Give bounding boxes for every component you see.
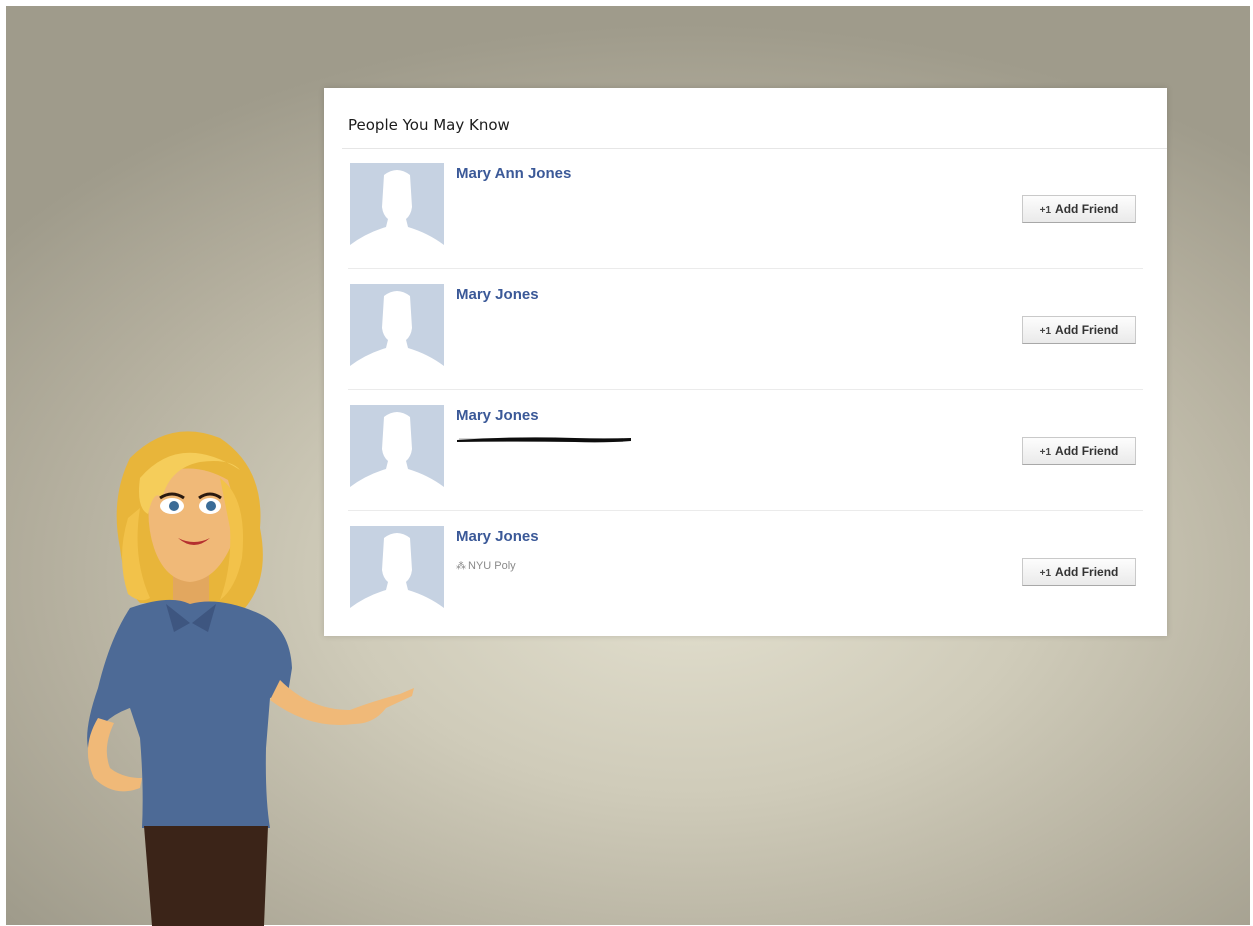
default-silhouette-icon bbox=[350, 291, 444, 380]
suggestion-row: Mary Jones ⁂ NYU Poly +1 Add Friend bbox=[348, 526, 1143, 644]
default-silhouette-icon bbox=[350, 170, 444, 259]
plus-person-icon: +1 bbox=[1039, 326, 1052, 337]
suggestion-row: Mary Jones +1 Add Friend bbox=[348, 284, 1143, 402]
add-friend-button[interactable]: +1 Add Friend bbox=[1022, 316, 1136, 344]
person-name[interactable]: Mary Jones bbox=[456, 286, 539, 303]
add-friend-button[interactable]: +1 Add Friend bbox=[1022, 437, 1136, 465]
suggestion-row: Mary Jones +1 Add Friend bbox=[348, 405, 1143, 523]
network-icon: ⁂ bbox=[456, 561, 466, 572]
network-info: ⁂ NYU Poly bbox=[456, 560, 516, 572]
person-name[interactable]: Mary Ann Jones bbox=[456, 165, 571, 182]
person-name[interactable]: Mary Jones bbox=[456, 407, 539, 424]
add-friend-button[interactable]: +1 Add Friend bbox=[1022, 195, 1136, 223]
suggestion-row: Mary Ann Jones +1 Add Friend bbox=[348, 163, 1143, 281]
add-friend-label: Add Friend bbox=[1055, 444, 1119, 458]
person-name[interactable]: Mary Jones bbox=[456, 528, 539, 545]
row-divider bbox=[348, 510, 1143, 511]
profile-picture[interactable] bbox=[350, 163, 444, 259]
plus-person-icon: +1 bbox=[1039, 447, 1052, 458]
redaction-mark bbox=[457, 437, 631, 443]
profile-picture[interactable] bbox=[350, 284, 444, 380]
add-friend-label: Add Friend bbox=[1055, 565, 1119, 579]
presenter-illustration bbox=[87, 431, 414, 926]
plus-person-icon: +1 bbox=[1039, 205, 1052, 216]
plus-person-icon: +1 bbox=[1039, 568, 1052, 579]
add-friend-label: Add Friend bbox=[1055, 323, 1119, 337]
add-friend-button[interactable]: +1 Add Friend bbox=[1022, 558, 1136, 586]
add-friend-label: Add Friend bbox=[1055, 202, 1119, 216]
people-you-may-know-panel: People You May Know Mary Ann Jones +1 Add… bbox=[324, 88, 1167, 636]
row-divider bbox=[348, 389, 1143, 390]
panel-title: People You May Know bbox=[348, 116, 510, 134]
network-name: NYU Poly bbox=[468, 560, 516, 572]
row-divider bbox=[348, 268, 1143, 269]
title-divider bbox=[342, 148, 1167, 149]
